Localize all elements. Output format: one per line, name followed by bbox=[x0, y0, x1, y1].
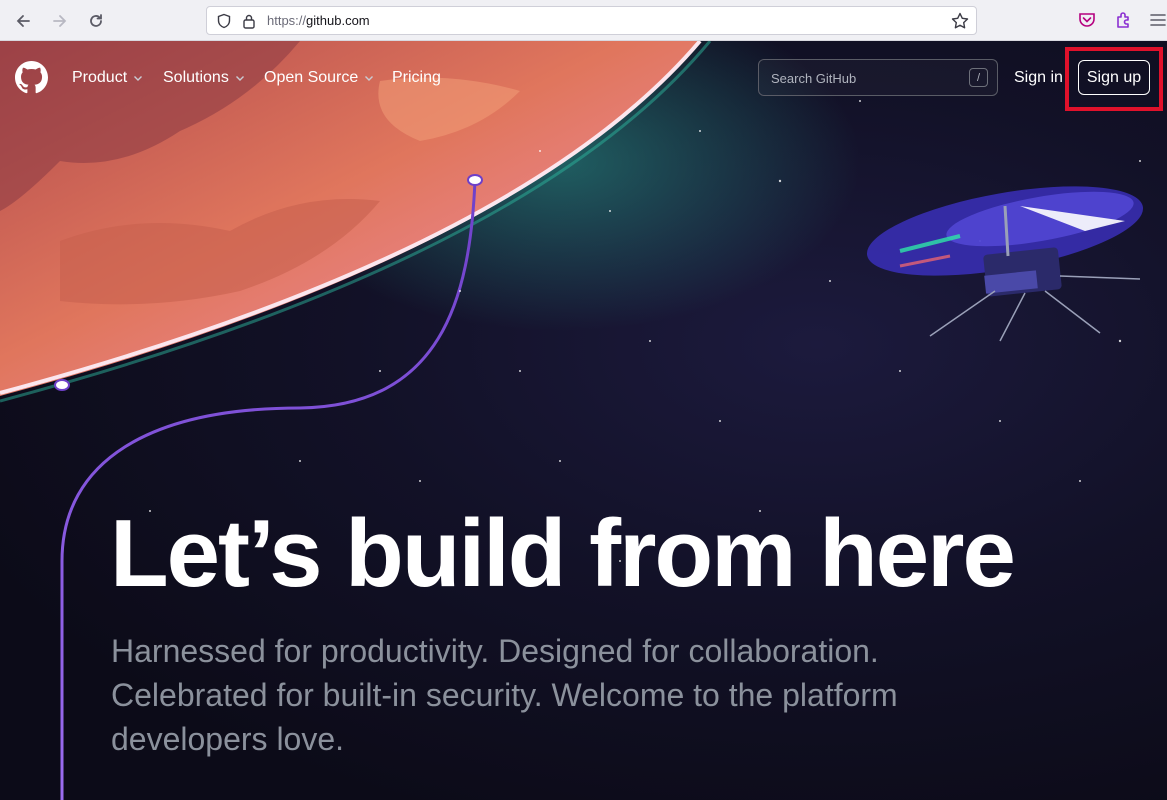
helicopter-drone bbox=[866, 186, 1144, 342]
reload-icon[interactable] bbox=[83, 8, 109, 34]
pocket-icon[interactable] bbox=[1077, 10, 1097, 30]
star-icon[interactable] bbox=[950, 11, 970, 31]
search-input[interactable]: Search GitHub / bbox=[758, 59, 998, 96]
nav-product-label: Product bbox=[72, 69, 128, 86]
back-arrow-icon[interactable] bbox=[10, 8, 36, 34]
url-host: github.com bbox=[306, 13, 370, 28]
url-bar[interactable]: https://github.com bbox=[206, 6, 977, 35]
nav-open-source-label: Open Source bbox=[264, 69, 359, 86]
chevron-down-icon bbox=[134, 76, 143, 81]
site-header: Product Solutions Open Source Pricing Se… bbox=[0, 41, 1167, 115]
menu-icon[interactable] bbox=[1148, 10, 1167, 30]
github-homepage: Product Solutions Open Source Pricing Se… bbox=[0, 41, 1167, 800]
extensions-icon[interactable] bbox=[1114, 10, 1134, 30]
nav-solutions[interactable]: Solutions bbox=[163, 69, 245, 87]
chevron-down-icon bbox=[235, 76, 244, 81]
browser-toolbar: https://github.com bbox=[0, 0, 1167, 41]
forward-arrow-icon[interactable] bbox=[47, 8, 73, 34]
sign-in-link[interactable]: Sign in bbox=[1014, 69, 1063, 87]
shield-icon[interactable] bbox=[216, 13, 232, 29]
lock-icon[interactable] bbox=[242, 13, 256, 29]
url-text[interactable]: https://github.com bbox=[267, 13, 370, 28]
sign-up-button[interactable]: Sign up bbox=[1078, 60, 1150, 95]
github-logo-icon[interactable] bbox=[15, 61, 48, 94]
search-shortcut-key: / bbox=[969, 68, 988, 87]
hero-title: Let’s build from here bbox=[110, 500, 1016, 607]
chevron-down-icon bbox=[365, 76, 374, 81]
nav-solutions-label: Solutions bbox=[163, 69, 229, 86]
nav-product[interactable]: Product bbox=[72, 69, 143, 87]
url-protocol: https:// bbox=[267, 13, 307, 28]
nav-open-source[interactable]: Open Source bbox=[264, 69, 374, 87]
nav-pricing[interactable]: Pricing bbox=[392, 69, 441, 87]
path-node-left bbox=[54, 379, 70, 391]
hero-subtitle: Harnessed for productivity. Designed for… bbox=[111, 633, 898, 757]
search-placeholder: Search GitHub bbox=[771, 71, 857, 86]
nav-pricing-label: Pricing bbox=[392, 69, 441, 86]
path-node-top bbox=[467, 174, 483, 186]
